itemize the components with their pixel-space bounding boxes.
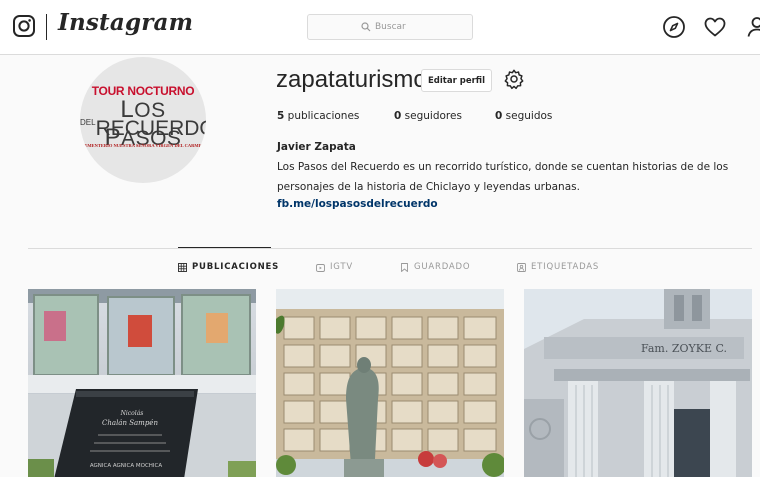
- svg-text:Fam. ZOYKE C.: Fam. ZOYKE C.: [641, 342, 727, 355]
- post-thumbnail-2[interactable]: [276, 289, 504, 477]
- post-thumbnail-1[interactable]: Nicolás Chalán Sampén AGNICA AGNICA MOCH…: [28, 289, 256, 477]
- tab-label: IGTV: [330, 262, 353, 272]
- top-nav: Instagram: [0, 0, 760, 55]
- avatar-line-3: DELRECUERDO: [80, 117, 206, 140]
- niches-photo: [276, 289, 504, 477]
- igtv-icon: [316, 263, 325, 272]
- tagged-icon: [517, 262, 526, 272]
- tab-igtv[interactable]: IGTV: [316, 262, 353, 272]
- svg-text:AGNICA AGNICA MOCHICA: AGNICA AGNICA MOCHICA: [90, 463, 163, 469]
- stat-posts: 5 publicaciones: [277, 110, 360, 122]
- heart-icon[interactable]: [703, 15, 727, 39]
- stat-following[interactable]: 0 seguidos: [495, 110, 552, 122]
- instagram-glyph-icon[interactable]: [12, 14, 36, 38]
- compass-icon[interactable]: [662, 15, 686, 39]
- edit-profile-button[interactable]: Editar perfil: [421, 69, 493, 92]
- active-tab-indicator: [178, 247, 271, 248]
- profile-full-name: Javier Zapata: [277, 141, 356, 153]
- tab-etiquetadas[interactable]: ETIQUETADAS: [517, 262, 599, 272]
- svg-text:Chalán Sampén: Chalán Sampén: [102, 419, 158, 427]
- tab-label: PUBLICACIONES: [192, 262, 280, 272]
- profile-avatar[interactable]: TOUR NOCTURNO LOS PASOS DELRECUERDO CEME…: [80, 57, 206, 183]
- tombstone-photo: Nicolás Chalán Sampén AGNICA AGNICA MOCH…: [28, 289, 256, 477]
- user-icon[interactable]: [745, 15, 760, 39]
- stat-followers[interactable]: 0 seguidores: [394, 110, 462, 122]
- profile-link[interactable]: fb.me/lospasosdelrecuerdo: [277, 198, 438, 210]
- search-icon: [361, 22, 371, 32]
- svg-text:Nicolás: Nicolás: [120, 410, 144, 417]
- avatar-line-4: CEMENTERIO NUESTRA SEÑORA VIRGEN DEL CAR…: [81, 143, 205, 148]
- mausoleum-photo: Fam. ZOYKE C.: [524, 289, 752, 477]
- bookmark-icon: [401, 262, 408, 272]
- grid-icon: [178, 262, 187, 272]
- tab-publicaciones[interactable]: PUBLICACIONES: [178, 262, 279, 272]
- settings-gear-icon[interactable]: [503, 68, 525, 90]
- tab-label: ETIQUETADAS: [531, 262, 600, 272]
- tab-guardado[interactable]: GUARDADO: [400, 262, 470, 272]
- instagram-wordmark[interactable]: Instagram: [58, 9, 193, 36]
- post-thumbnail-3[interactable]: Fam. ZOYKE C.: [524, 289, 752, 477]
- profile-bio: Los Pasos del Recuerdo es un recorrido t…: [277, 161, 729, 193]
- nav-divider: [46, 14, 47, 40]
- tab-label: GUARDADO: [414, 262, 471, 272]
- search-input[interactable]: [375, 22, 419, 32]
- profile-username: zapataturismo: [276, 66, 427, 93]
- tabs-divider: [28, 248, 752, 249]
- search-box[interactable]: [307, 14, 473, 40]
